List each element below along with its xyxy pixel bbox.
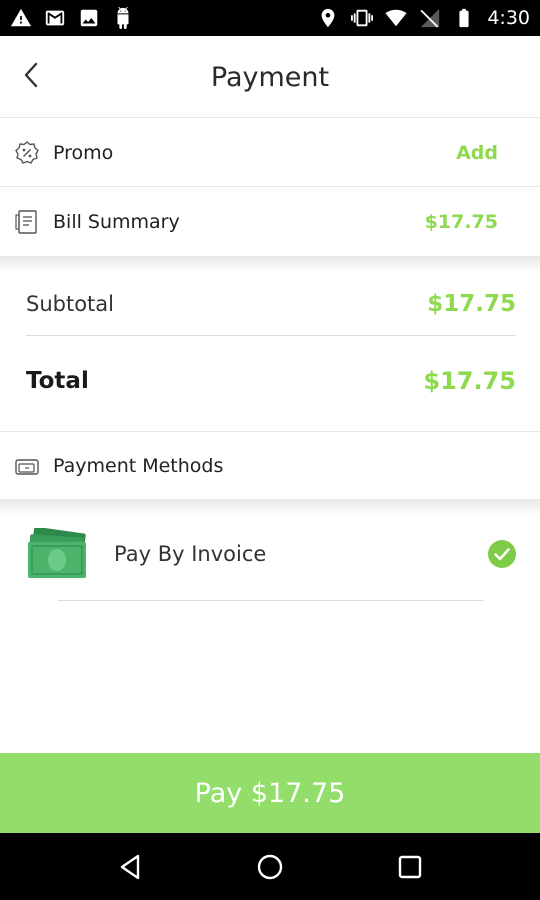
warning-icon xyxy=(10,7,32,29)
payment-methods-label: Payment Methods xyxy=(53,454,224,477)
nav-recents-button[interactable] xyxy=(390,847,430,887)
wallet-icon xyxy=(15,458,39,475)
payment-method-label: Pay By Invoice xyxy=(114,542,267,566)
bill-summary-label: Bill Summary xyxy=(53,211,180,233)
status-bar: 4:30 xyxy=(0,0,540,36)
subtotal-label: Subtotal xyxy=(26,291,114,316)
promo-label: Promo xyxy=(53,141,114,164)
total-row: Total $17.75 xyxy=(26,336,516,426)
promo-row[interactable]: Promo Add xyxy=(0,119,540,187)
gmail-icon xyxy=(44,7,66,29)
selected-check-icon xyxy=(488,540,516,568)
receipt-icon xyxy=(15,210,37,234)
promo-add-button[interactable]: Add xyxy=(456,142,498,164)
section-divider xyxy=(0,499,540,515)
wifi-icon xyxy=(385,7,407,29)
section-divider xyxy=(0,256,540,272)
battery-icon xyxy=(453,7,475,29)
no-signal-icon xyxy=(419,7,441,29)
method-divider xyxy=(58,600,484,601)
app-header: Payment xyxy=(0,36,540,118)
total-value: $17.75 xyxy=(423,367,516,395)
page-title: Payment xyxy=(210,62,330,93)
nav-back-button[interactable] xyxy=(110,847,150,887)
cash-icon xyxy=(28,528,86,578)
status-left xyxy=(10,7,134,29)
nav-recents-icon xyxy=(398,855,422,878)
total-label: Total xyxy=(26,368,89,394)
bill-summary-details: Subtotal $17.75 Total $17.75 xyxy=(26,272,516,426)
pay-button[interactable]: Pay $17.75 xyxy=(0,753,540,833)
image-icon xyxy=(78,7,100,29)
navigation-bar xyxy=(0,833,540,900)
payment-method-invoice[interactable]: Pay By Invoice xyxy=(26,520,516,600)
subtotal-value: $17.75 xyxy=(427,290,516,317)
location-icon xyxy=(317,7,339,29)
nav-home-icon xyxy=(257,854,283,879)
discount-badge-icon xyxy=(15,140,39,164)
bill-summary-amount: $17.75 xyxy=(424,211,498,233)
android-icon xyxy=(112,7,134,29)
bill-summary-row: Bill Summary $17.75 xyxy=(0,188,540,256)
subtotal-row: Subtotal $17.75 xyxy=(26,272,516,336)
status-time: 4:30 xyxy=(487,7,530,29)
payment-methods-row: Payment Methods xyxy=(0,431,540,499)
status-right: 4:30 xyxy=(317,7,530,29)
nav-home-button[interactable] xyxy=(250,847,290,887)
nav-back-icon xyxy=(120,854,140,879)
vibrate-icon xyxy=(351,7,374,29)
